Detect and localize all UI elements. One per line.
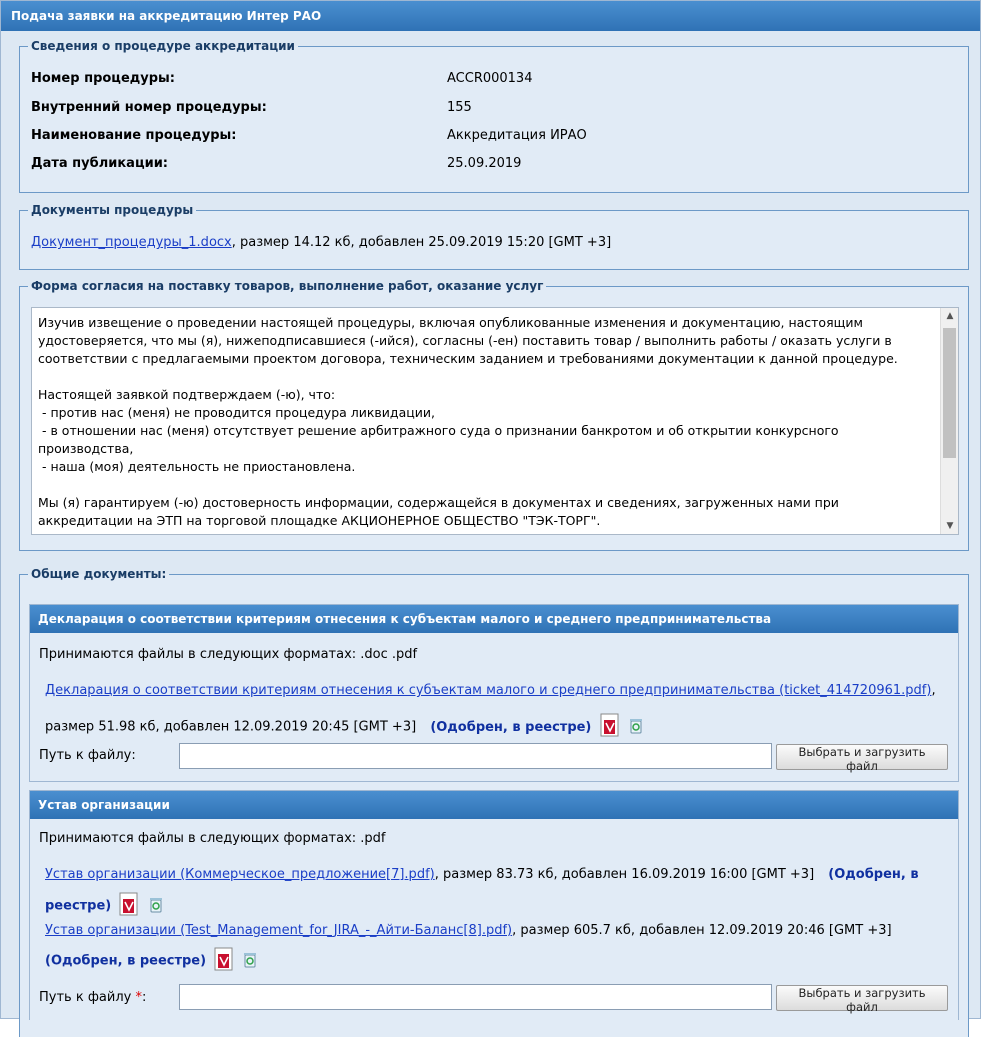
consent-legend: Форма согласия на поставку товаров, выпо… <box>31 279 544 293</box>
charter-path-input[interactable] <box>179 984 772 1010</box>
consent-line: - наша (моя) деятельность не приостановл… <box>38 459 356 474</box>
scroll-thumb[interactable] <box>943 328 956 458</box>
consent-paragraph-2: Настоящей заявкой подтверждаем (-ю), что… <box>38 386 932 476</box>
pdf-file-icon[interactable] <box>214 947 234 975</box>
consent-textarea[interactable]: Изучив извещение о проведении настоящей … <box>31 307 959 535</box>
internal-number-label: Внутренний номер процедуры: <box>31 100 267 115</box>
procedure-info-legend: Сведения о процедуре аккредитации <box>31 39 295 53</box>
charter-path-colon: : <box>142 990 147 1005</box>
consent-paragraph-1: Изучив извещение о проведении настоящей … <box>38 315 898 366</box>
charter-formats: Принимаются файлы в следующих форматах: … <box>39 831 386 846</box>
charter-path-label-row: Путь к файлу *: <box>39 990 146 1005</box>
pdf-file-icon[interactable] <box>119 892 139 920</box>
charter-file2-meta: , размер 605.7 кб, добавлен 12.09.2019 2… <box>512 923 892 938</box>
charter-file1-row: Устав организации (Коммерческое_предложе… <box>45 867 919 882</box>
declaration-file-tail: , <box>931 683 936 698</box>
internal-number-value: 155 <box>447 100 472 115</box>
common-docs-legend: Общие документы: <box>31 567 167 581</box>
declaration-file-meta: размер 51.98 кб, добавлен 12.09.2019 20:… <box>45 719 417 735</box>
consent-line: Настоящей заявкой подтверждаем (-ю), что… <box>38 387 336 402</box>
declaration-formats: Принимаются файлы в следующих форматах: … <box>39 647 418 662</box>
procedure-name-label: Наименование процедуры: <box>31 128 237 143</box>
consent-line: - в отношении нас (меня) отсутствует реш… <box>38 423 843 456</box>
charter-file2-row2: (Одобрен, в реестре) <box>45 947 258 975</box>
charter-upload-button[interactable]: Выбрать и загрузить файл <box>776 985 948 1014</box>
charter-file1-link[interactable]: Устав организации (Коммерческое_предложе… <box>45 867 435 882</box>
scroll-up-arrow-icon[interactable]: ▲ <box>941 308 958 324</box>
procedure-number-label: Номер процедуры: <box>31 71 175 86</box>
publication-date-value: 25.09.2019 <box>447 156 522 171</box>
charter-path-label: Путь к файлу <box>39 990 132 1005</box>
charter-file1-row2: реестре) <box>45 892 164 920</box>
recycle-bin-icon[interactable] <box>148 895 164 917</box>
procedure-doc-link[interactable]: Документ_процедуры_1.docx <box>31 235 232 250</box>
procedure-name-value: Аккредитация ИРАО <box>447 128 587 143</box>
accreditation-window: Подача заявки на аккредитацию Интер РАО … <box>0 0 981 1037</box>
charter-file2-status: (Одобрен, в реестре) <box>45 953 207 969</box>
declaration-upload-button[interactable]: Выбрать и загрузить файл <box>776 744 948 773</box>
procedure-number-value: ACCR000134 <box>447 71 533 86</box>
declaration-status: (Одобрен, в реестре) <box>430 719 592 735</box>
declaration-file-row: Декларация о соответствии критериям отне… <box>45 683 936 698</box>
recycle-bin-icon[interactable] <box>242 950 258 972</box>
declaration-path-label: Путь к файлу: <box>39 748 136 763</box>
charter-file2-row: Устав организации (Test_Management_for_J… <box>45 923 892 938</box>
pdf-file-icon[interactable] <box>600 713 620 741</box>
scroll-down-arrow-icon[interactable]: ▼ <box>941 518 958 534</box>
recycle-bin-icon[interactable] <box>628 716 644 738</box>
consent-paragraph-3: Мы (я) гарантируем (-ю) достоверность ин… <box>38 495 839 528</box>
consent-scrollbar[interactable]: ▲ ▼ <box>940 308 958 534</box>
procedure-doc-meta: , размер 14.12 кб, добавлен 25.09.2019 1… <box>231 235 612 250</box>
charter-header: Устав организации <box>30 791 958 819</box>
declaration-file-link[interactable]: Декларация о соответствии критериям отне… <box>45 683 931 698</box>
declaration-meta-row: размер 51.98 кб, добавлен 12.09.2019 20:… <box>45 713 644 741</box>
charter-file1-status: (Одобрен, в <box>828 867 919 882</box>
publication-date-label: Дата публикации: <box>31 156 168 171</box>
procedure-doc-row: Документ_процедуры_1.docx, размер 14.12 … <box>31 235 611 250</box>
charter-file2-link[interactable]: Устав организации (Test_Management_for_J… <box>45 923 512 938</box>
consent-line: - против нас (меня) не проводится процед… <box>38 405 435 420</box>
declaration-header: Декларация о соответствии критериям отне… <box>30 605 958 633</box>
procedure-docs-legend: Документы процедуры <box>31 203 194 217</box>
declaration-path-input[interactable] <box>179 743 772 769</box>
window-title: Подача заявки на аккредитацию Интер РАО <box>1 1 980 31</box>
charter-file1-meta: , размер 83.73 кб, добавлен 16.09.2019 1… <box>434 867 815 882</box>
charter-file1-status-cont: реестре) <box>45 898 112 914</box>
